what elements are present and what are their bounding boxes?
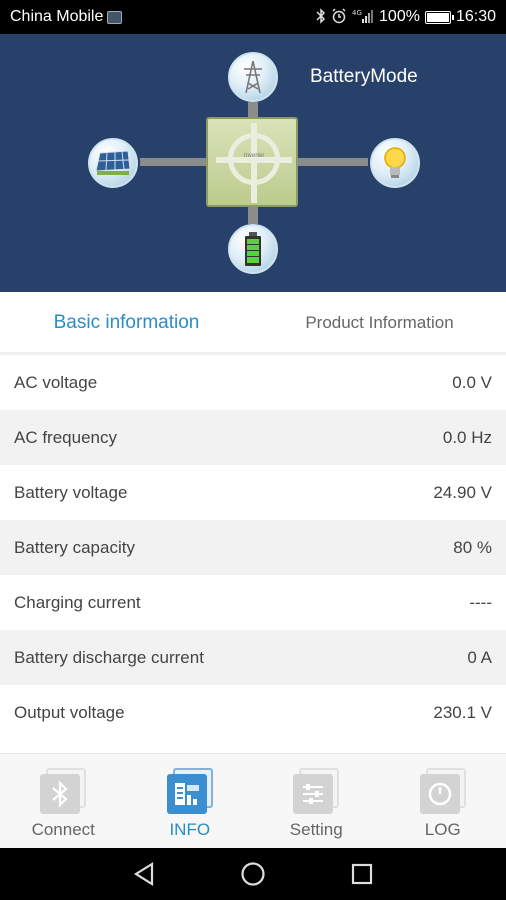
bulb-icon [370, 138, 420, 188]
flow-line-left [140, 158, 208, 166]
bluetooth-icon [316, 7, 326, 27]
info-label: Charging current [14, 592, 141, 612]
info-value: 0.0 V [452, 372, 492, 392]
svg-text:4G: 4G [352, 9, 362, 17]
nav-label: Setting [289, 820, 343, 839]
recents-icon[interactable] [342, 854, 382, 894]
mode-label: BatteryMode [310, 66, 418, 87]
power-flow-diagram: BatteryMode Inverter [0, 34, 506, 292]
info-value: 230.1 V [433, 702, 492, 722]
info-value: 0.0 Hz [442, 427, 492, 447]
info-tabs: Basic information Product Information [0, 292, 506, 354]
battery-icon [228, 224, 278, 274]
solar-panel-icon [88, 138, 138, 188]
nav-setting[interactable]: Setting [253, 754, 380, 848]
carrier: China Mobile [10, 8, 123, 26]
info-chart-icon [166, 768, 213, 814]
info-value: 0 A [467, 647, 492, 667]
nav-info[interactable]: INFO [127, 754, 254, 848]
status-bar: China Mobile 4G 100% 16:30 [0, 0, 506, 34]
alarm-icon [331, 7, 347, 27]
back-icon[interactable] [124, 854, 164, 894]
bottom-nav: Connect INFO Setting LOG [0, 753, 506, 848]
battery-percent: 100% [379, 8, 420, 25]
nav-label: LOG [424, 820, 461, 839]
bluetooth-icon [40, 768, 87, 814]
info-row-ac-frequency: AC frequency 0.0 Hz [0, 410, 506, 465]
basic-info-list: AC voltage 0.0 V AC frequency 0.0 Hz Bat… [0, 355, 506, 753]
nav-label: INFO [169, 820, 211, 839]
clock: 16:30 [455, 8, 496, 25]
signal-icon: 4G [352, 8, 374, 27]
power-icon [419, 768, 466, 814]
tab-basic-information[interactable]: Basic information [0, 292, 253, 354]
info-value: 80 % [453, 537, 492, 557]
nav-label: Connect [31, 820, 95, 839]
info-label: Battery capacity [14, 537, 135, 557]
info-row-output-voltage: Output voltage 230.1 V [0, 685, 506, 740]
nav-log[interactable]: LOG [380, 754, 506, 848]
info-value: ---- [469, 592, 492, 612]
info-row-battery-capacity: Battery capacity 80 % [0, 520, 506, 575]
carrier-app-icon [107, 10, 123, 24]
info-label: Battery voltage [14, 482, 128, 502]
info-value: 24.90 V [433, 482, 492, 502]
battery-icon [424, 10, 454, 24]
info-row-battery-voltage: Battery voltage 24.90 V [0, 465, 506, 520]
info-label: Output voltage [14, 702, 125, 722]
system-nav-bar [0, 848, 506, 900]
grid-tower-icon [228, 52, 278, 102]
carrier-name: China Mobile [10, 8, 104, 25]
home-icon[interactable] [233, 854, 273, 894]
info-row-ac-voltage: AC voltage 0.0 V [0, 355, 506, 410]
flow-line-bottom [248, 204, 258, 224]
status-icons: 4G 100% 16:30 [316, 7, 496, 27]
tab-product-information[interactable]: Product Information [253, 292, 506, 354]
info-label: AC frequency [14, 427, 117, 447]
nav-connect[interactable]: Connect [0, 754, 127, 848]
info-row-battery-discharge-current: Battery discharge current 0 A [0, 630, 506, 685]
flow-line-right [296, 158, 368, 166]
info-row-charging-current: Charging current ---- [0, 575, 506, 630]
info-label: AC voltage [14, 372, 98, 392]
sliders-icon [293, 768, 340, 814]
inverter-unit: Inverter [206, 117, 298, 207]
info-label: Battery discharge current [14, 647, 204, 667]
